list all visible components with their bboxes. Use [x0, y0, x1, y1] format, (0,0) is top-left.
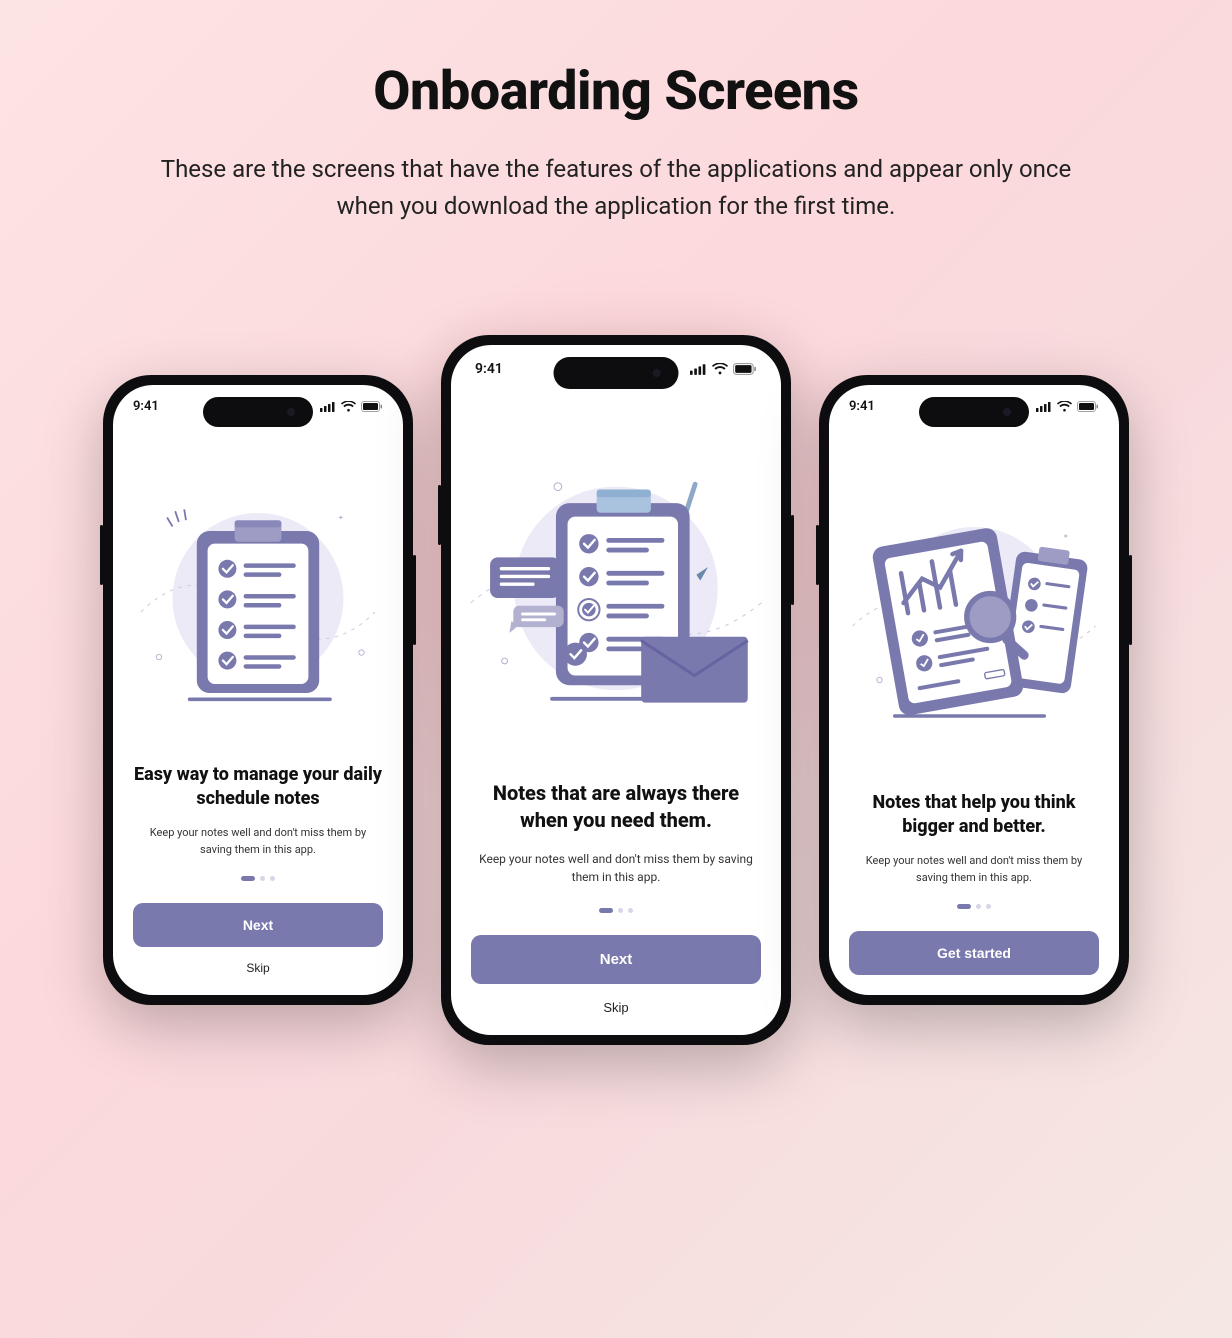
phone-mockup-2: 9:41: [441, 335, 791, 1045]
dot: [270, 876, 275, 881]
page-subtitle: These are the screens that have the feat…: [156, 151, 1076, 225]
analytics-illustration-icon: [839, 491, 1109, 725]
battery-icon: [1077, 401, 1099, 412]
status-time: 9:41: [475, 361, 503, 377]
cellular-icon: [320, 401, 336, 412]
page-title: Onboarding Screens: [0, 60, 1232, 123]
onboarding-description: Keep your notes well and don't miss them…: [476, 850, 756, 886]
dot: [986, 904, 991, 909]
status-icons: [1036, 401, 1099, 412]
onboarding-title: Notes that are always there when you nee…: [471, 780, 761, 834]
pagination-dots: [241, 876, 275, 881]
phone-mockup-1: 9:41: [103, 375, 413, 1005]
status-icons: [690, 363, 757, 375]
get-started-button[interactable]: Get started: [849, 931, 1099, 975]
onboarding-title: Easy way to manage your daily schedule n…: [133, 763, 383, 812]
onboarding-title: Notes that help you think bigger and bet…: [849, 791, 1099, 840]
pagination-dots: [957, 904, 991, 909]
cellular-icon: [690, 363, 707, 375]
dot-active: [599, 908, 613, 913]
clipboard-illustration-icon: [123, 477, 393, 711]
dot: [260, 876, 265, 881]
next-button[interactable]: Next: [133, 903, 383, 947]
phone-notch: [919, 397, 1029, 427]
cellular-icon: [1036, 401, 1052, 412]
battery-icon: [733, 363, 757, 375]
next-button[interactable]: Next: [471, 935, 761, 984]
dot-active: [957, 904, 971, 909]
skip-button[interactable]: Skip: [246, 961, 269, 975]
dot: [628, 908, 633, 913]
onboarding-description: Keep your notes well and don't miss them…: [849, 853, 1099, 886]
phone-notch: [554, 357, 679, 389]
phone-mockup-3: 9:41: [819, 375, 1129, 1005]
clipboard-chat-illustration-icon: [461, 443, 771, 724]
wifi-icon: [1057, 401, 1072, 412]
phone-notch: [203, 397, 313, 427]
status-icons: [320, 401, 383, 412]
skip-button[interactable]: Skip: [603, 1000, 628, 1015]
onboarding-description: Keep your notes well and don't miss them…: [133, 825, 383, 858]
wifi-icon: [341, 401, 356, 412]
pagination-dots: [599, 908, 633, 913]
phone-mockups-row: 9:41: [0, 335, 1232, 1045]
status-time: 9:41: [133, 399, 159, 414]
battery-icon: [361, 401, 383, 412]
dot: [976, 904, 981, 909]
status-time: 9:41: [849, 399, 875, 414]
wifi-icon: [712, 363, 728, 375]
dot: [618, 908, 623, 913]
dot-active: [241, 876, 255, 881]
